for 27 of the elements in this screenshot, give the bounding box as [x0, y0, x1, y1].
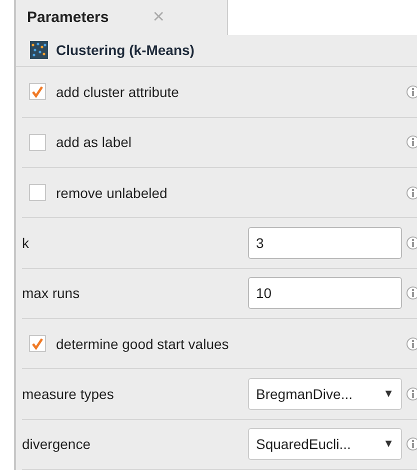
dropdown[interactable]: SquaredEucli... ▼: [248, 428, 402, 460]
checkbox[interactable]: [29, 335, 46, 352]
info-icon[interactable]: [406, 84, 417, 99]
info-icon[interactable]: [406, 135, 417, 150]
parameter-label: k: [22, 234, 30, 251]
parameter-label: divergence: [22, 436, 92, 452]
dropdown[interactable]: BregmanDive... ▼: [248, 378, 402, 410]
scatter-icon: [30, 41, 48, 60]
info-icon[interactable]: [406, 286, 417, 300]
info-icon[interactable]: [406, 336, 417, 351]
checkbox-label: add cluster attribute: [56, 84, 180, 100]
checkbox[interactable]: [29, 184, 46, 202]
input-field[interactable]: 3: [248, 226, 402, 259]
checkbox-label: remove unlabeled: [56, 184, 168, 201]
info-icon[interactable]: [406, 186, 417, 200]
info-icon[interactable]: [406, 236, 417, 250]
parameters-tab[interactable]: Parameters ×: [16, 0, 228, 35]
checkbox[interactable]: [29, 83, 46, 100]
checkbox-label: add as label: [56, 134, 133, 150]
operator-name: Clustering (k-Means): [56, 42, 194, 58]
checkbox-label: determine good start values: [56, 336, 230, 352]
input-field[interactable]: 10: [248, 277, 402, 310]
parameter-label: max runs: [22, 285, 81, 302]
info-icon[interactable]: [406, 437, 417, 452]
checkbox[interactable]: [29, 134, 46, 151]
info-icon[interactable]: [406, 386, 417, 401]
parameter-label: measure types: [22, 386, 115, 402]
